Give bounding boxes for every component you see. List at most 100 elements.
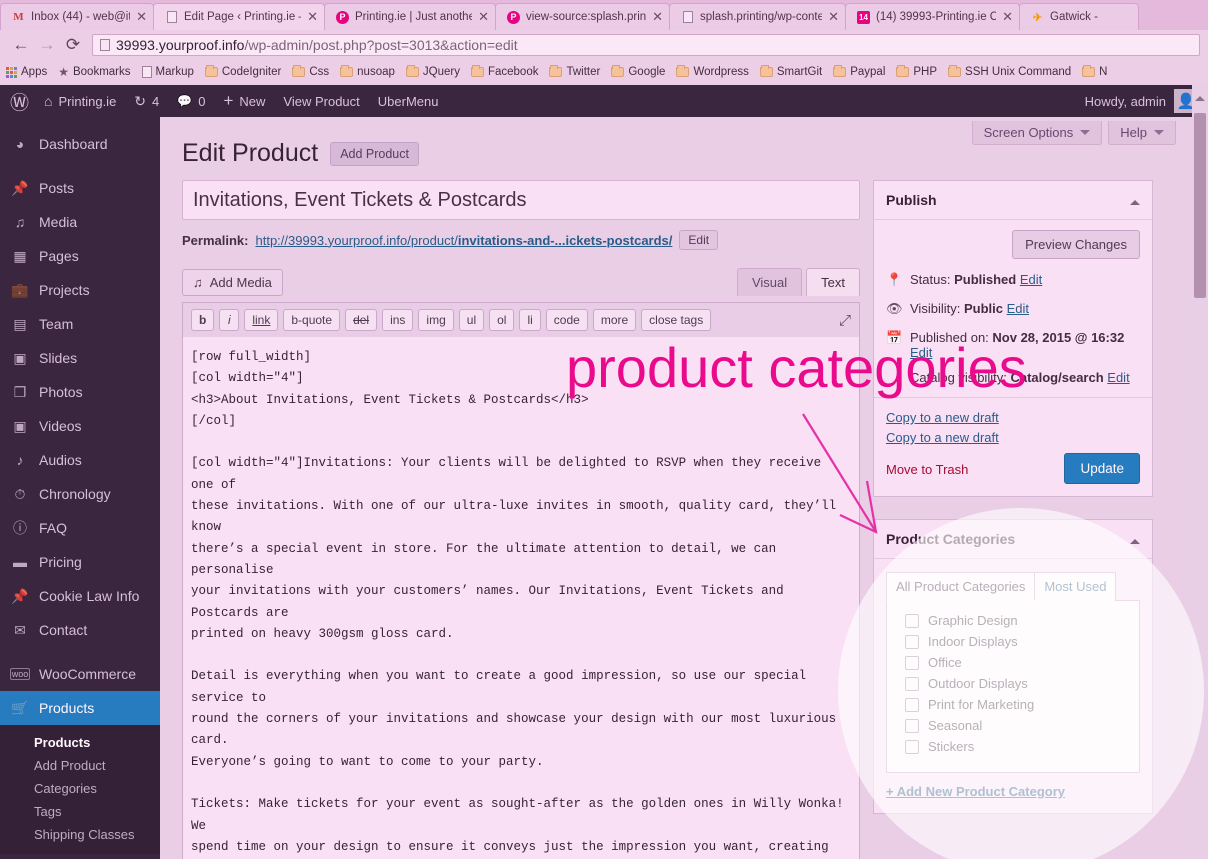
list-item[interactable]: Outdoor Displays (897, 673, 1129, 694)
sidebar-item-faq[interactable]: ⓘ FAQ (0, 511, 160, 545)
edit-permalink-button[interactable]: Edit (679, 230, 719, 250)
reload-icon[interactable]: ⟳ (60, 32, 86, 58)
browser-tab[interactable]: 14 (14) 39993-Printing.ie Co ✕ (845, 3, 1020, 30)
quicktag-img[interactable]: img (418, 309, 454, 331)
preview-changes-button[interactable]: Preview Changes (1012, 230, 1140, 259)
quicktag-li[interactable]: li (519, 309, 541, 331)
bookmark-smartgit[interactable]: SmartGit (759, 65, 822, 78)
add-media-button[interactable]: ♫ Add Media (182, 268, 283, 296)
sidebar-item-products[interactable]: 🛒 Products (0, 691, 160, 725)
copy-to-new-draft-link-2[interactable]: Copy to a new draft (886, 430, 999, 445)
quicktag-italic[interactable]: i (219, 309, 240, 331)
checkbox-graphic-design[interactable] (905, 613, 919, 628)
update-button[interactable]: Update (1064, 453, 1140, 484)
address-bar[interactable]: 39993.yourproof.info/wp-admin/post.php?p… (92, 33, 1200, 56)
add-new-product-category-link[interactable]: + Add New Product Category (886, 784, 1065, 799)
submenu-item-products[interactable]: Products (0, 731, 160, 754)
close-icon[interactable]: ✕ (307, 9, 318, 25)
close-icon[interactable]: ✕ (652, 9, 663, 25)
ubermenu-link[interactable]: UberMenu (369, 85, 448, 117)
submenu-item-shipping-classes[interactable]: Shipping Classes (0, 823, 160, 846)
sidebar-item-audios[interactable]: ♪ Audios (0, 443, 160, 477)
sidebar-item-team[interactable]: ▤ Team (0, 307, 160, 341)
sidebar-item-dashboard[interactable]: ◕ Dashboard (0, 127, 160, 161)
fullscreen-icon[interactable]: ⤢ (839, 312, 851, 329)
new-content-menu[interactable]: + New (214, 85, 274, 117)
submenu-item-categories[interactable]: Categories (0, 777, 160, 800)
sidebar-item-media[interactable]: ♫ Media (0, 205, 160, 239)
bookmark-more[interactable]: N (1082, 65, 1107, 78)
forward-arrow-icon[interactable]: → (34, 32, 60, 58)
back-arrow-icon[interactable]: ← (8, 32, 34, 58)
submenu-item-tags[interactable]: Tags (0, 800, 160, 823)
quicktag-link[interactable]: link (244, 309, 279, 331)
bookmark-codeigniter[interactable]: CodeIgniter (204, 65, 281, 78)
bookmark-wordpress[interactable]: Wordpress (676, 65, 749, 78)
edit-status-link[interactable]: Edit (1020, 272, 1042, 287)
comments-menu[interactable]: 💬 0 (168, 85, 214, 117)
edit-published-on-link[interactable]: Edit (910, 345, 932, 360)
bookmark-twitter[interactable]: Twitter (549, 65, 600, 78)
browser-tab[interactable]: P Printing.ie | Just another ✕ (324, 3, 496, 30)
scrollbar-thumb[interactable] (1194, 113, 1206, 298)
sidebar-item-contact[interactable]: ✉ Contact (0, 613, 160, 647)
quicktag-ul[interactable]: ul (458, 309, 485, 331)
quicktag-del[interactable]: del (345, 309, 378, 331)
close-icon[interactable]: ✕ (136, 9, 147, 25)
bookmark-paypal[interactable]: Paypal (833, 65, 885, 78)
quicktag-ins[interactable]: ins (382, 309, 414, 331)
list-item[interactable]: Seasonal (897, 715, 1129, 736)
list-item[interactable]: Office (897, 652, 1129, 673)
browser-tab[interactable]: P view-source:splash.printi ✕ (495, 3, 670, 30)
quicktag-bquote[interactable]: b-quote (283, 309, 341, 331)
bookmark-ssh-unix-command[interactable]: SSH Unix Command (948, 65, 1071, 78)
bookmark-css[interactable]: Css (292, 65, 329, 78)
chevron-up-icon[interactable] (1130, 534, 1140, 544)
sidebar-item-pages[interactable]: ▦ Pages (0, 239, 160, 273)
bookmark-bookmarks[interactable]: ★ Bookmarks (58, 65, 130, 79)
sidebar-item-projects[interactable]: 💼 Projects (0, 273, 160, 307)
list-item[interactable]: Print for Marketing (897, 694, 1129, 715)
browser-tab[interactable]: ✈ Gatwick - (1019, 3, 1139, 30)
scroll-up-arrow-icon[interactable] (1195, 91, 1205, 101)
bookmark-php[interactable]: PHP (896, 65, 937, 78)
quicktag-ol[interactable]: ol (489, 309, 515, 331)
bookmark-jquery[interactable]: JQuery (405, 65, 460, 78)
bookmark-google[interactable]: Google (611, 65, 665, 78)
view-product-link[interactable]: View Product (274, 85, 368, 117)
sidebar-item-chronology[interactable]: ⏱ Chronology (0, 477, 160, 511)
sidebar-item-slides[interactable]: ▣ Slides (0, 341, 160, 375)
screen-options-button[interactable]: Screen Options (971, 121, 1103, 145)
browser-tab[interactable]: M Inbox (44) - web@itgraph ✕ (0, 3, 154, 30)
help-button[interactable]: Help (1108, 121, 1176, 145)
tab-all-product-categories[interactable]: All Product Categories (886, 572, 1036, 601)
quicktag-bold[interactable]: b (191, 309, 215, 331)
updates-menu[interactable]: ↻ 4 (125, 85, 168, 117)
close-icon[interactable]: ✕ (478, 9, 489, 25)
edit-visibility-link[interactable]: Edit (1007, 301, 1029, 316)
quicktag-code[interactable]: code (545, 309, 588, 331)
move-to-trash-link[interactable]: Move to Trash (886, 462, 968, 477)
bookmark-nusoap[interactable]: nusoap (340, 65, 395, 78)
sidebar-item-photos[interactable]: ❒ Photos (0, 375, 160, 409)
checkbox-indoor-displays[interactable] (905, 634, 919, 649)
sidebar-item-woocommerce[interactable]: woo WooCommerce (0, 657, 160, 691)
product-description-textarea[interactable]: [row full_width] [col width="4"] <h3>Abo… (182, 337, 860, 859)
site-name-menu[interactable]: ⌂ Printing.ie (35, 85, 125, 117)
product-title-input[interactable] (182, 180, 860, 220)
category-checklist[interactable]: Graphic Design Indoor Displays Office Ou… (886, 601, 1140, 773)
quicktag-close-tags[interactable]: close tags (641, 309, 712, 331)
browser-tab[interactable]: splash.printing/wp-conte ✕ (669, 3, 846, 30)
page-scrollbar[interactable] (1192, 85, 1208, 859)
my-account-menu[interactable]: Howdy, admin 👤 (1085, 89, 1208, 113)
checkbox-print-for-marketing[interactable] (905, 697, 919, 712)
sidebar-item-cookie-law-info[interactable]: 📌 Cookie Law Info (0, 579, 160, 613)
bookmark-apps[interactable]: Apps (6, 66, 47, 78)
checkbox-outdoor-displays[interactable] (905, 676, 919, 691)
permalink-url[interactable]: http://39993.yourproof.info/product/invi… (255, 233, 672, 248)
edit-catalog-visibility-link[interactable]: Edit (1107, 370, 1129, 385)
close-icon[interactable]: ✕ (1002, 9, 1013, 25)
checkbox-office[interactable] (905, 655, 919, 670)
list-item[interactable]: Graphic Design (897, 610, 1129, 631)
sidebar-item-pricing[interactable]: ▬ Pricing (0, 545, 160, 579)
